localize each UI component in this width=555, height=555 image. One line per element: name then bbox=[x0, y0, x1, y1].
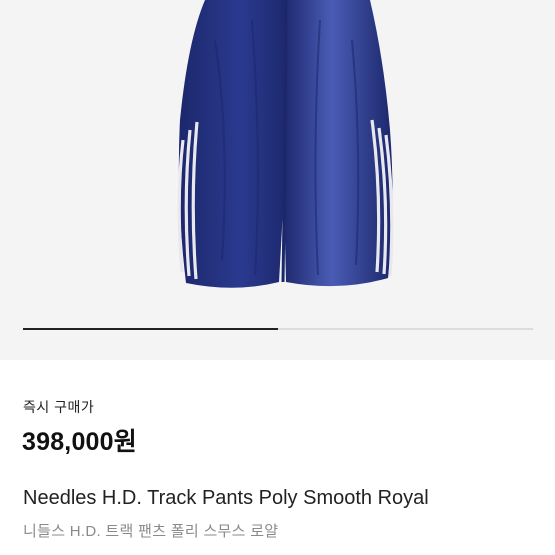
product-price: 398,000원 bbox=[22, 428, 137, 456]
product-image[interactable] bbox=[0, 0, 555, 360]
price-label: 즉시 구매가 bbox=[23, 399, 95, 415]
gallery-progress-bar bbox=[23, 328, 533, 330]
gallery-progress-fill bbox=[23, 328, 278, 330]
product-detail-page: 즉시 구매가 398,000원 Needles H.D. Track Pants… bbox=[0, 0, 555, 555]
product-name-en[interactable]: Needles H.D. Track Pants Poly Smooth Roy… bbox=[23, 487, 543, 510]
product-name-ko: 니들스 H.D. 트랙 팬츠 폴리 스무스 로얄 bbox=[23, 523, 279, 540]
product-image-gallery[interactable] bbox=[0, 0, 555, 360]
